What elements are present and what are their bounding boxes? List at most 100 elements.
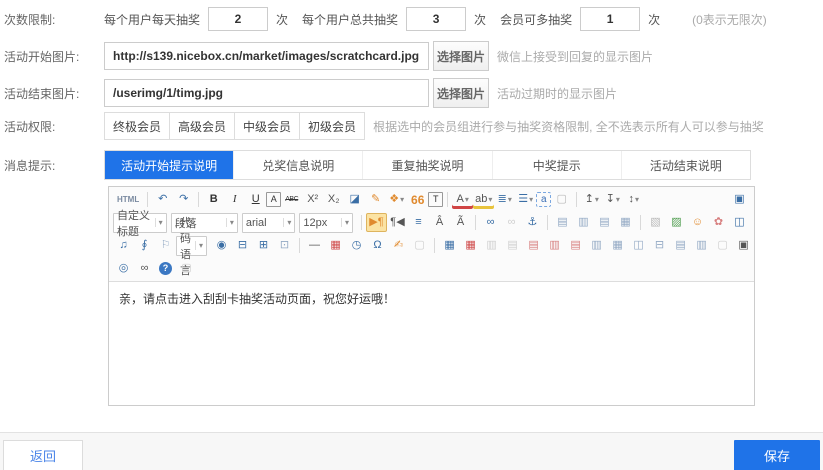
paste-disabled-icon[interactable]: ▢ (176, 259, 197, 278)
indent-icon[interactable]: ≡ (408, 213, 429, 232)
to-uppercase-icon[interactable]: Â (429, 213, 450, 232)
justify-right-icon[interactable]: ▤ (594, 213, 615, 232)
editor-content[interactable]: 亲，请点击进入刮刮卡抽奖活动页面，祝您好运哦！ (109, 282, 754, 402)
unlink-icon[interactable]: ∞ (501, 213, 522, 232)
unordered-list-icon[interactable]: ☰▾ (515, 190, 536, 209)
spacing-top-icon[interactable]: ↥▾ (581, 190, 602, 209)
form-icon[interactable]: ▢ (409, 236, 430, 255)
spacing-bottom-icon[interactable]: ↧▾ (602, 190, 623, 209)
member-level-button-2[interactable]: 中级会员 (234, 112, 300, 140)
format-painter-icon[interactable]: ✎ (365, 190, 386, 209)
merge-down-icon[interactable]: ⊟ (649, 236, 670, 255)
member-level-button-3[interactable]: 初级会员 (299, 112, 365, 140)
member-level-button-1[interactable]: 高级会员 (169, 112, 235, 140)
hr-icon[interactable]: — (304, 236, 325, 255)
select-all-icon[interactable]: a (536, 192, 551, 207)
special-chars-icon[interactable]: Ω (367, 236, 388, 255)
message-tab-1[interactable]: 兑奖信息说明 (233, 151, 362, 179)
preview-icon[interactable]: ◎ (113, 259, 134, 278)
custom-title-select[interactable]: 自定义标题▾ (113, 213, 167, 233)
end-image-input[interactable] (104, 79, 429, 107)
line-height-icon[interactable]: ↕▾ (623, 190, 644, 209)
strikethrough-icon[interactable]: ABC (281, 190, 302, 209)
map-icon[interactable]: ⚐ (155, 236, 176, 255)
underline-icon[interactable]: U (245, 190, 266, 209)
to-lowercase-icon[interactable]: Ã (450, 213, 471, 232)
insert-row-icon[interactable]: ▤ (523, 236, 544, 255)
word-image-icon[interactable]: ✍ (388, 236, 409, 255)
print-icon[interactable]: ▣ (733, 236, 754, 255)
delete-table-icon[interactable]: ▦ (460, 236, 481, 255)
member-extra-draw-input[interactable] (580, 7, 640, 31)
link-icon[interactable]: ∞ (480, 213, 501, 232)
bold-icon[interactable]: B (203, 190, 224, 209)
sort-table-icon[interactable]: ▤ (670, 236, 691, 255)
justify-center-icon[interactable]: ▥ (573, 213, 594, 232)
webapp-icon[interactable]: ◉ (211, 236, 232, 255)
member-extra-draw-label: 会员可多抽奖 (500, 11, 572, 28)
justify-both-icon[interactable]: ▦ (615, 213, 636, 232)
video-icon[interactable]: ◫ (729, 213, 750, 232)
emotion-icon[interactable]: ☺ (687, 213, 708, 232)
page-break-icon[interactable]: ⊟ (232, 236, 253, 255)
total-draw-input[interactable] (406, 7, 466, 31)
font-size-select[interactable]: 12px▾ (299, 213, 353, 233)
search-replace-icon[interactable]: ∞ (134, 259, 155, 278)
doc-icon[interactable]: ▢ (712, 236, 733, 255)
message-tab-4[interactable]: 活动结束说明 (621, 151, 750, 179)
upload-image-icon[interactable]: ▨ (666, 213, 687, 232)
font-family-select[interactable]: arial▾ (242, 213, 296, 233)
audio-icon[interactable]: ♫ (113, 236, 134, 255)
italic-icon[interactable]: I (224, 190, 245, 209)
scrawl-icon[interactable]: ✿ (708, 213, 729, 232)
redo-icon[interactable]: ↷ (173, 190, 194, 209)
daily-draw-input[interactable] (208, 7, 268, 31)
undo-icon[interactable]: ↶ (152, 190, 173, 209)
split-cell-icon[interactable]: ▤ (502, 236, 523, 255)
code-language-select[interactable]: 代码语言▾ (176, 236, 207, 256)
iframe-icon[interactable]: ⊞ (253, 236, 274, 255)
time-icon[interactable]: ◷ (346, 236, 367, 255)
auto-typeset-icon[interactable]: ❖▾ (386, 190, 407, 209)
merge-cells-icon[interactable]: ▥ (481, 236, 502, 255)
table-title-icon[interactable]: ▦ (607, 236, 628, 255)
attachment-icon[interactable]: ∮ (134, 236, 155, 255)
ordered-list-icon[interactable]: ≣▾ (494, 190, 515, 209)
member-level-button-0[interactable]: 终极会员 (104, 112, 170, 140)
source-button[interactable]: HTML (113, 195, 143, 204)
help-icon[interactable]: ? (155, 259, 176, 278)
remove-format-icon[interactable]: ◪ (344, 190, 365, 209)
paste-filter-icon[interactable]: T (428, 192, 443, 207)
merge-right-icon[interactable]: ◫ (628, 236, 649, 255)
back-button[interactable]: 返回 (3, 440, 83, 470)
table-border-icon[interactable]: ▥ (691, 236, 712, 255)
font-border-icon[interactable]: A (266, 192, 281, 207)
insert-row-icon-glyph: ▤ (528, 240, 538, 251)
end-image-pick-button[interactable]: 选择图片 (433, 78, 489, 108)
blockquote-icon[interactable]: 66 (407, 190, 428, 209)
insert-table-icon[interactable]: ▦ (439, 236, 460, 255)
message-tab-2[interactable]: 重复抽奖说明 (362, 151, 491, 179)
subscript-icon[interactable]: X₂ (323, 190, 344, 209)
anchor-icon[interactable]: ⚓ (522, 213, 543, 232)
message-tab-0[interactable]: 活动开始提示说明 (105, 151, 233, 179)
start-image-input[interactable] (104, 42, 429, 70)
insert-image-icon[interactable]: ▧ (645, 213, 666, 232)
clear-doc-icon[interactable]: ▢ (551, 190, 572, 209)
justify-left-icon[interactable]: ▤ (552, 213, 573, 232)
rtl-icon[interactable]: ¶◀ (387, 213, 408, 232)
save-button[interactable]: 保存 (734, 440, 820, 470)
ltr-icon[interactable]: ▶¶ (366, 213, 387, 232)
message-tab-3[interactable]: 中奖提示 (492, 151, 621, 179)
fullscreen-icon[interactable]: ▣ (729, 190, 750, 209)
snapshot-icon[interactable]: ⊡ (274, 236, 295, 255)
insert-col-icon[interactable]: ▥ (544, 236, 565, 255)
highlight-color-icon[interactable]: ab▾ (473, 190, 494, 209)
delete-row-icon[interactable]: ▤ (565, 236, 586, 255)
font-color-icon[interactable]: A▾ (452, 190, 473, 209)
redo-icon-glyph: ↷ (179, 194, 188, 205)
superscript-icon[interactable]: X² (302, 190, 323, 209)
date-icon[interactable]: ▦ (325, 236, 346, 255)
start-image-pick-button[interactable]: 选择图片 (433, 41, 489, 71)
delete-col-icon[interactable]: ▥ (586, 236, 607, 255)
